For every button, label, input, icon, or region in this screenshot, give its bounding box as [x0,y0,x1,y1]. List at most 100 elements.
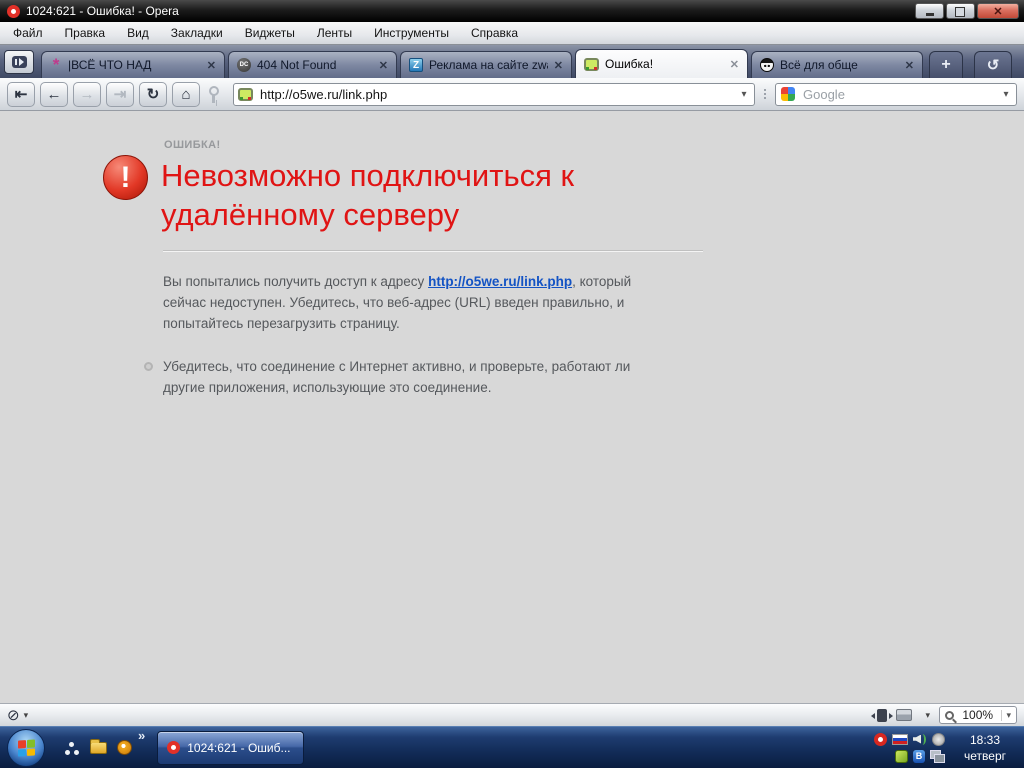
bluetooth-icon[interactable]: B [913,750,925,763]
opera-icon [167,741,180,754]
menu-tools[interactable]: Инструменты [363,23,460,43]
start-button[interactable] [7,729,45,767]
panels-toggle-button[interactable] [4,50,34,74]
toolbar-splitter-handle[interactable] [760,85,770,103]
tab-reklama[interactable]: Z Реклама на сайте zwa... ✕ [400,51,572,78]
menu-bookmarks[interactable]: Закладки [160,23,234,43]
fit-width-icon[interactable] [877,709,887,722]
page-favicon-icon [238,88,253,101]
tab-bar: * |ВСЁ ЧТО НАД ✕ DC 404 Not Found ✕ Z Ре… [0,45,1024,78]
windows-taskbar: » 1024:621 - Ошиб... B 18:33 четверг [0,726,1024,768]
menu-widgets[interactable]: Виджеты [234,23,306,43]
error-link[interactable]: http://o5we.ru/link.php [428,274,572,289]
tab-close-icon[interactable]: ✕ [905,59,914,72]
status-bar: ⊘ ▾ ▾ 100% ▾ [0,703,1024,726]
new-tab-button[interactable]: + [929,51,963,78]
bullet-icon [144,362,153,371]
google-icon [781,87,795,101]
forward-button[interactable]: → [73,82,101,107]
opera-logo-icon [7,5,20,18]
wand-password-icon[interactable] [208,85,220,104]
status-bar-right: ▾ 100% ▾ [877,706,1017,724]
tab-close-icon[interactable]: ✕ [554,59,563,72]
volume-icon[interactable] [913,733,927,746]
window-controls: ✕ [915,3,1020,19]
zoom-control[interactable]: 100% ▾ [939,706,1017,724]
network-icon[interactable] [930,750,945,763]
menu-edit[interactable]: Правка [54,23,117,43]
zoom-value: 100% [958,708,997,722]
tab-vse-dlya-obshche[interactable]: Всё для обще ✕ [751,51,923,78]
quick-launch [65,740,132,755]
tray-row-top [874,733,945,746]
quick-launch-icon-2[interactable] [117,740,132,755]
opera-tray-icon[interactable] [874,733,887,746]
address-bar[interactable]: http://o5we.ru/link.php ▾ [233,83,755,106]
search-input[interactable]: Google [795,87,996,102]
images-toggle-icon[interactable] [896,709,912,721]
tray-status-icon[interactable] [932,733,945,746]
opera-window: 1024:621 - Ошибка! - Opera ✕ Файл Правка… [0,0,1024,768]
navigation-toolbar: ⇤ ← → ⇥ ↻ ⌂ http://o5we.ru/link.php ▾ Go… [0,78,1024,111]
asterisk-favicon-icon: * [50,60,62,70]
window-title: 1024:621 - Ошибка! - Opera [26,4,179,18]
chevron-expand-icon[interactable]: » [138,728,145,743]
tab-title: Ошибка! [605,57,724,71]
tab-error-active[interactable]: Ошибка! ✕ [575,49,748,78]
paragraph-text: Вы попытались получить доступ к адресу [163,274,428,289]
taskbar-clock[interactable]: 18:33 четверг [953,732,1017,764]
menu-view[interactable]: Вид [116,23,160,43]
error-bullet-text: Убедитесь, что соединение с Интернет акт… [163,356,653,398]
quick-launch-icon-1[interactable] [65,741,80,755]
taskbar-opera-button[interactable]: 1024:621 - Ошиб... [157,731,304,765]
rewind-button[interactable]: ⇤ [7,82,35,107]
minimize-button[interactable] [915,3,944,19]
z-favicon-icon: Z [409,58,423,72]
restore-button[interactable] [946,3,975,19]
antivirus-tray-icon[interactable] [895,750,908,763]
error-label: ОШИБКА! [164,139,221,151]
blocked-dropdown-icon[interactable]: ▾ [24,710,29,721]
tab-vse-chto-nad[interactable]: * |ВСЁ ЧТО НАД ✕ [41,51,225,78]
menu-bar: Файл Правка Вид Закладки Виджеты Ленты И… [0,22,1024,45]
search-field[interactable]: Google ▾ [775,83,1017,106]
tab-close-icon[interactable]: ✕ [730,58,739,71]
face-favicon-icon [760,58,774,72]
address-dropdown-icon[interactable]: ▾ [734,84,754,105]
tab-close-icon[interactable]: ✕ [207,59,216,72]
fast-forward-button[interactable]: ⇥ [106,82,134,107]
page-content: ! ОШИБКА! Невозможно подключиться к удал… [0,111,1024,703]
error-icon: ! [103,155,148,200]
tab-title: Реклама на сайте zwa... [429,58,548,72]
zoom-dropdown-icon[interactable]: ▾ [1001,710,1011,721]
error-title: Невозможно подключиться к удалённому сер… [161,156,681,234]
error-paragraph: Вы попытались получить доступ к адресу h… [163,271,653,334]
search-dropdown-icon[interactable]: ▾ [996,84,1016,105]
minimize-icon [926,13,934,16]
folder-icon[interactable] [90,742,107,754]
task-button-label: 1024:621 - Ошиб... [187,741,290,755]
language-flag-icon[interactable] [892,734,908,745]
reload-button[interactable]: ↻ [139,82,167,107]
home-button[interactable]: ⌂ [172,82,200,107]
closed-tabs-bin-button[interactable]: ↺ [974,51,1012,78]
menu-feeds[interactable]: Ленты [306,23,363,43]
tab-404-not-found[interactable]: DC 404 Not Found ✕ [228,51,397,78]
divider [163,250,703,252]
title-bar: 1024:621 - Ошибка! - Opera ✕ [0,0,1024,22]
dc-favicon-icon: DC [237,58,251,72]
back-button[interactable]: ← [40,82,68,107]
menu-file[interactable]: Файл [2,23,54,43]
address-input[interactable]: http://o5we.ru/link.php [253,87,734,102]
tray-row-bottom: B [874,750,945,763]
page-favicon-icon [584,58,599,71]
blocked-content-icon[interactable]: ⊘ [7,708,20,723]
panel-icon [12,56,27,68]
tab-close-icon[interactable]: ✕ [379,59,388,72]
tab-title: Всё для обще [780,58,899,72]
system-tray: B [874,733,945,763]
images-dropdown-icon[interactable]: ▾ [925,710,930,721]
clock-day: четверг [953,748,1017,764]
close-button[interactable]: ✕ [977,3,1019,19]
menu-help[interactable]: Справка [460,23,529,43]
